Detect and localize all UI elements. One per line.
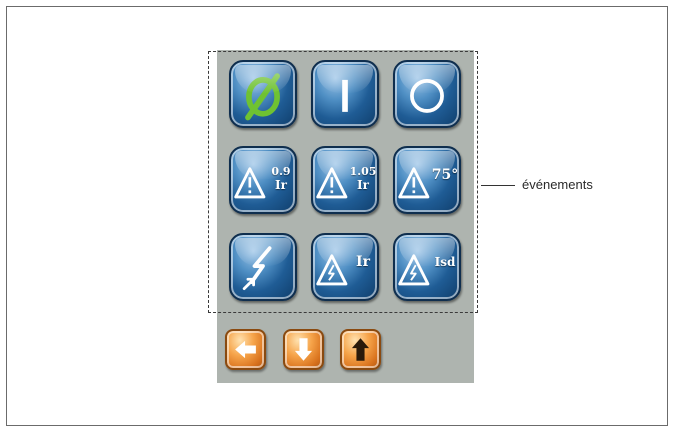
scroll-down-button[interactable] xyxy=(283,329,324,370)
arrow-left-icon xyxy=(235,340,256,359)
scroll-up-button[interactable] xyxy=(340,329,381,370)
back-button[interactable] xyxy=(225,329,266,370)
events-group-outline xyxy=(208,51,478,313)
events-callout-label: événements xyxy=(522,177,593,192)
arrow-down-icon xyxy=(294,338,313,361)
callout-leader-line xyxy=(481,185,515,186)
arrow-up-icon xyxy=(351,338,370,361)
